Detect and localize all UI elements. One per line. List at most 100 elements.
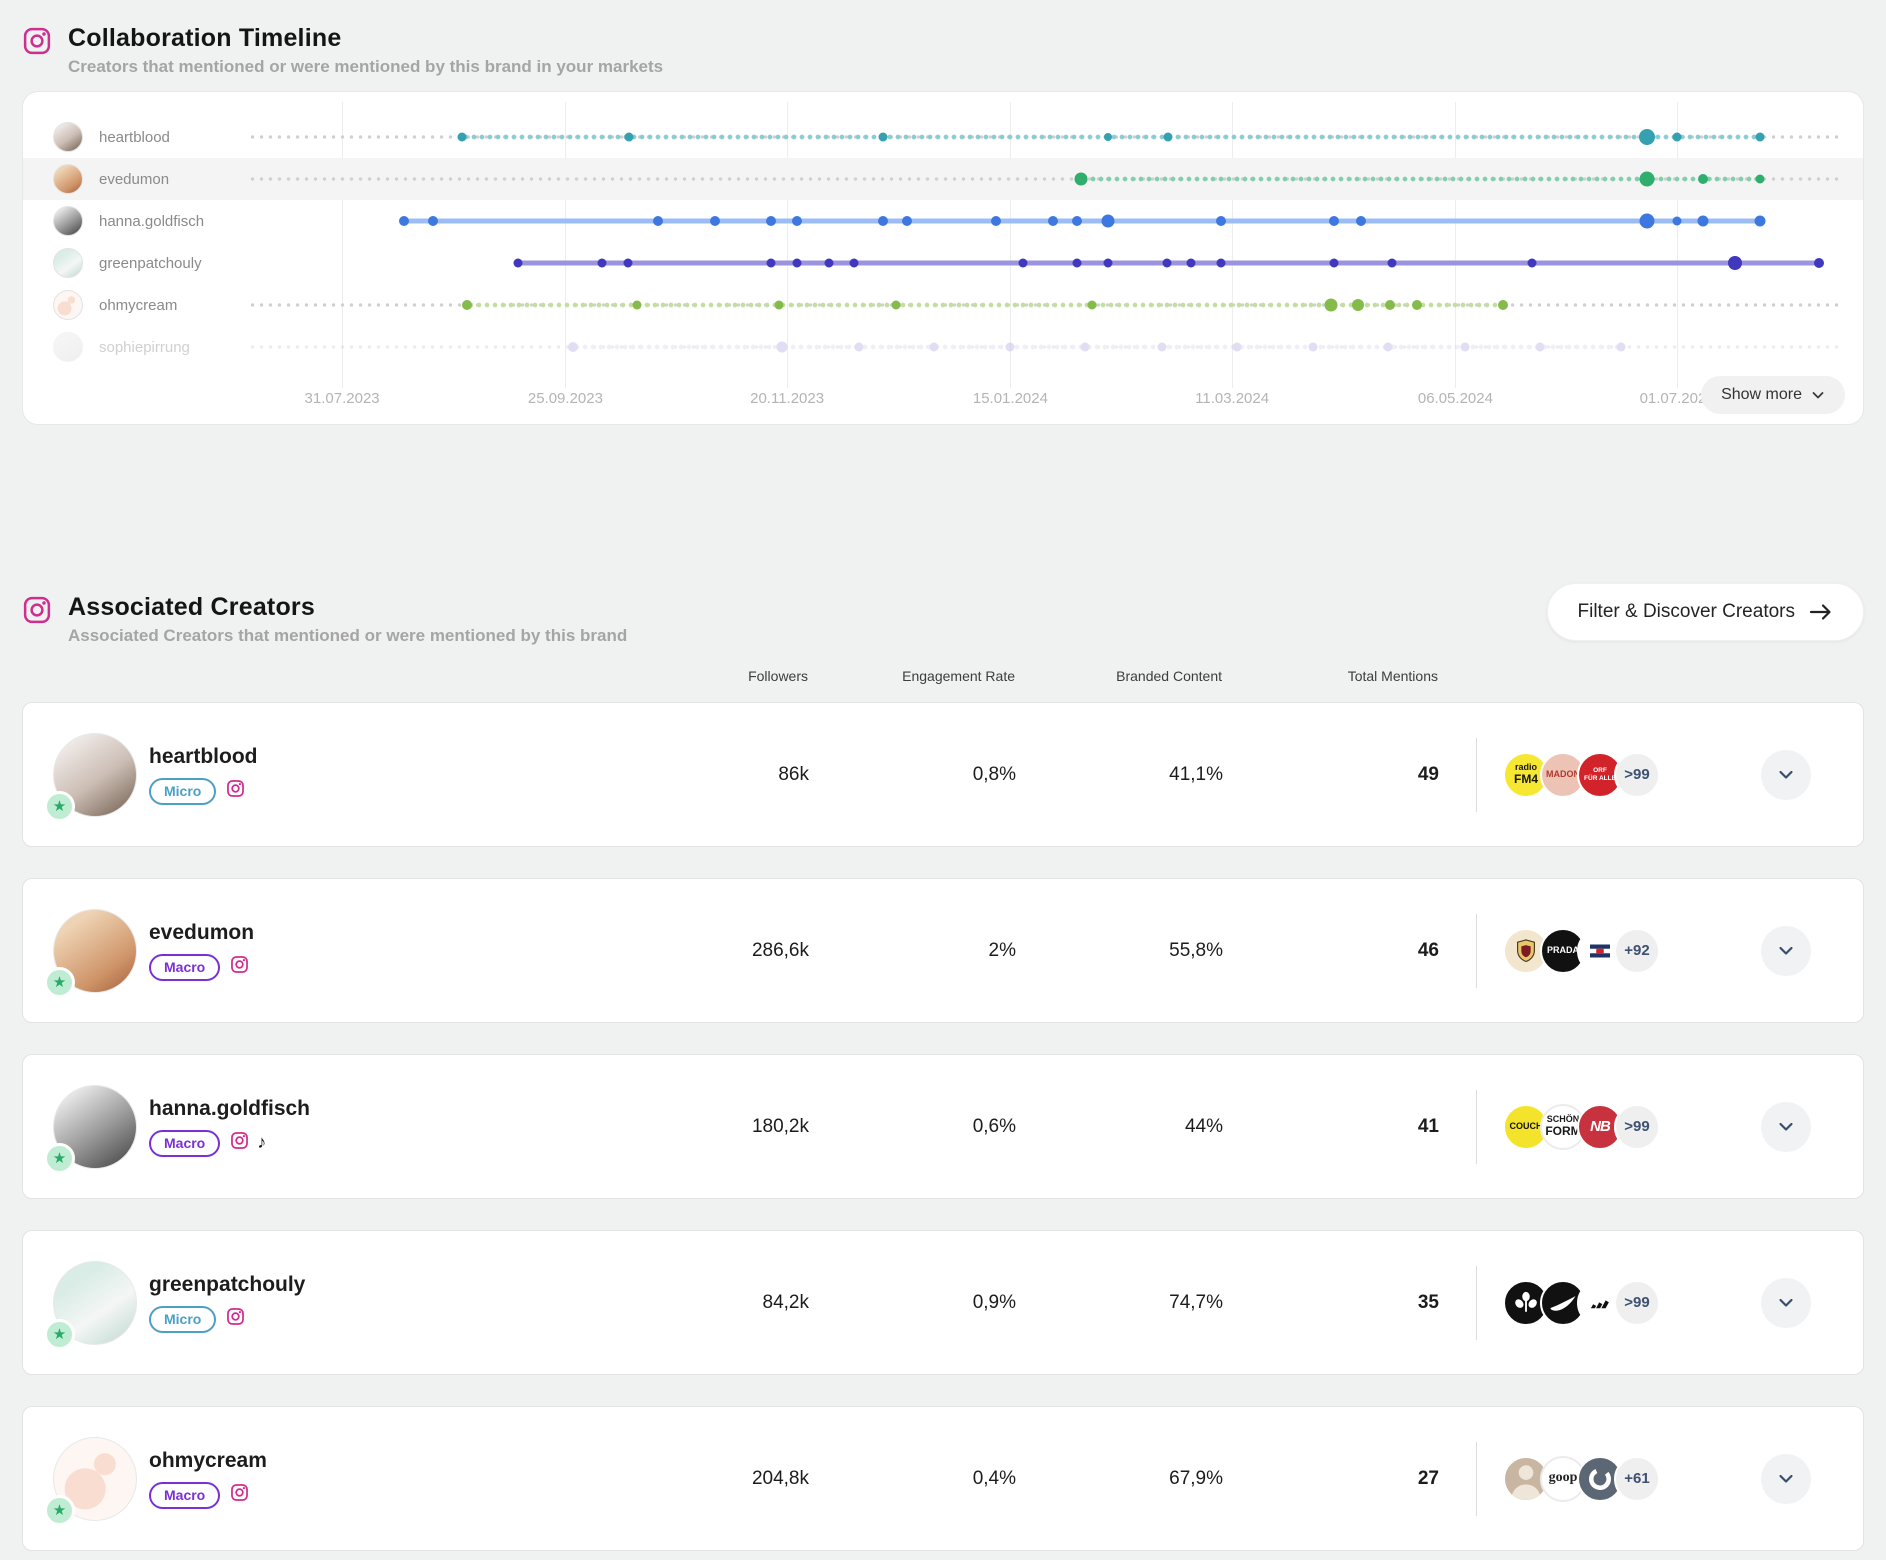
mention-dot[interactable]: [878, 133, 887, 142]
more-brands-badge[interactable]: >99: [1614, 752, 1660, 798]
expand-row-button[interactable]: [1761, 926, 1811, 976]
show-more-button[interactable]: Show more: [1701, 376, 1845, 414]
mention-dot[interactable]: [929, 343, 938, 352]
mention-dot[interactable]: [1535, 343, 1544, 352]
mention-dot[interactable]: [1074, 173, 1087, 186]
mention-dot[interactable]: [767, 259, 776, 268]
mention-dot[interactable]: [824, 259, 833, 268]
mention-dot[interactable]: [457, 133, 466, 142]
creator-name: greenpatchouly: [99, 255, 248, 272]
mention-dot[interactable]: [1019, 259, 1028, 268]
timeline-row[interactable]: greenpatchouly: [23, 242, 1863, 284]
mention-dot[interactable]: [777, 342, 788, 353]
mention-dot[interactable]: [1216, 259, 1225, 268]
mention-dot[interactable]: [1756, 133, 1765, 142]
mention-dot[interactable]: [854, 343, 863, 352]
mention-dot[interactable]: [1157, 343, 1166, 352]
mention-dot[interactable]: [1232, 343, 1241, 352]
timeline-row[interactable]: sophiepirrung: [23, 326, 1863, 368]
mention-dot[interactable]: [1460, 343, 1469, 352]
mention-dot[interactable]: [1186, 259, 1195, 268]
mention-dot[interactable]: [1356, 216, 1366, 226]
mention-dot[interactable]: [850, 259, 859, 268]
avatar-wrap: ★: [53, 1085, 137, 1169]
mention-dot[interactable]: [1352, 299, 1364, 311]
mention-dot[interactable]: [891, 301, 900, 310]
mention-dot[interactable]: [428, 216, 438, 226]
mention-dot[interactable]: [1081, 343, 1090, 352]
mention-dot[interactable]: [1698, 174, 1708, 184]
filter-discover-creators-button[interactable]: Filter & Discover Creators: [1547, 583, 1865, 641]
mention-dot[interactable]: [653, 216, 663, 226]
timeline-row[interactable]: evedumon: [23, 158, 1863, 200]
timeline-row[interactable]: heartblood: [23, 116, 1863, 158]
mention-dot[interactable]: [633, 301, 642, 310]
mention-dot[interactable]: [1309, 343, 1318, 352]
expand-row-button[interactable]: [1761, 1278, 1811, 1328]
creator-card-row[interactable]: ★ greenpatchouly Micro 84,2k 0,9% 74,7% …: [22, 1230, 1864, 1375]
mention-dot[interactable]: [1673, 217, 1682, 226]
mention-dot[interactable]: [1164, 133, 1173, 142]
mention-dot[interactable]: [1384, 343, 1393, 352]
mention-dot[interactable]: [878, 216, 888, 226]
mention-dot[interactable]: [1104, 133, 1112, 141]
mention-dot[interactable]: [991, 216, 1001, 226]
more-brands-badge[interactable]: +61: [1614, 1456, 1660, 1502]
mention-dot[interactable]: [568, 342, 578, 352]
mention-dot[interactable]: [1697, 216, 1708, 227]
mention-dot[interactable]: [1325, 299, 1338, 312]
mention-dot[interactable]: [1639, 172, 1654, 187]
mention-dot[interactable]: [1498, 300, 1508, 310]
mention-dot[interactable]: [1329, 216, 1339, 226]
creator-card-row[interactable]: ★ heartblood Micro 86k 0,8% 41,1% 49 rad…: [22, 702, 1864, 847]
mention-dot[interactable]: [1072, 216, 1082, 226]
mention-dot[interactable]: [902, 216, 912, 226]
timeline-row[interactable]: hanna.goldfisch: [23, 200, 1863, 242]
mention-dot[interactable]: [598, 259, 607, 268]
creator-card-row[interactable]: ★ hanna.goldfisch Macro ♪ 180,2k 0,6% 44…: [22, 1054, 1864, 1199]
mention-dot[interactable]: [462, 300, 472, 310]
mention-dot[interactable]: [1673, 133, 1682, 142]
mention-dot[interactable]: [1728, 256, 1742, 270]
mention-dot[interactable]: [1162, 259, 1171, 268]
mention-dot[interactable]: [1756, 175, 1765, 184]
expand-row-button[interactable]: [1761, 1454, 1811, 1504]
mention-dot[interactable]: [513, 259, 522, 268]
mention-dot[interactable]: [1087, 301, 1096, 310]
mention-dot[interactable]: [1617, 343, 1626, 352]
mention-dot[interactable]: [625, 133, 634, 142]
mention-dot[interactable]: [1330, 259, 1339, 268]
creator-card-row[interactable]: ★ evedumon Macro 286,6k 2% 55,8% 46 PRAD…: [22, 878, 1864, 1023]
mention-dot[interactable]: [399, 216, 409, 226]
column-header-followers: Followers: [608, 668, 818, 684]
mention-dot[interactable]: [792, 216, 802, 226]
creator-card-row[interactable]: ★ ohmycream Macro 204,8k 0,4% 67,9% 27 g…: [22, 1406, 1864, 1551]
more-brands-badge[interactable]: +92: [1614, 928, 1660, 974]
mention-dot[interactable]: [1814, 258, 1824, 268]
mention-dot[interactable]: [1006, 343, 1015, 352]
timeline-row[interactable]: ohmycream: [23, 284, 1863, 326]
mention-dot[interactable]: [766, 216, 776, 226]
mention-dot[interactable]: [1755, 216, 1766, 227]
expand-row-button[interactable]: [1761, 1102, 1811, 1152]
mention-dot[interactable]: [1387, 259, 1396, 268]
mention-dot[interactable]: [775, 301, 784, 310]
mention-dot[interactable]: [1101, 215, 1114, 228]
mention-dot[interactable]: [1385, 300, 1395, 310]
mention-dot[interactable]: [1639, 214, 1654, 229]
expand-row-button[interactable]: [1761, 750, 1811, 800]
mention-dot[interactable]: [1073, 259, 1082, 268]
axis-tick-label: 15.01.2024: [973, 390, 1048, 407]
mention-dot[interactable]: [792, 259, 801, 268]
mention-dot[interactable]: [710, 216, 720, 226]
more-brands-badge[interactable]: >99: [1614, 1104, 1660, 1150]
mention-dot[interactable]: [1216, 216, 1226, 226]
mention-dot[interactable]: [1048, 216, 1058, 226]
mention-dot[interactable]: [1103, 259, 1112, 268]
mention-dot[interactable]: [1412, 300, 1422, 310]
mention-dot[interactable]: [623, 259, 632, 268]
mention-dot[interactable]: [1639, 129, 1655, 145]
more-brands-badge[interactable]: >99: [1614, 1280, 1660, 1326]
mention-dot[interactable]: [1527, 259, 1536, 268]
total-mentions-value: 46: [1233, 940, 1449, 962]
